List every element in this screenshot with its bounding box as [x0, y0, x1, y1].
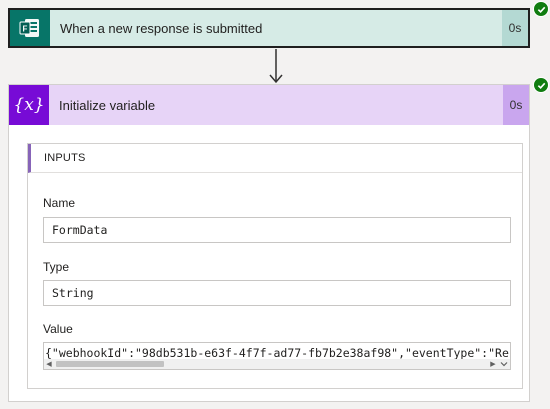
connector-arrow-icon: [269, 49, 283, 84]
success-check-icon: [533, 1, 549, 17]
value-label: Value: [43, 322, 73, 336]
inputs-panel: INPUTS Name FormData Type String Value {…: [27, 143, 523, 389]
scrollbar-thumb[interactable]: [56, 361, 164, 367]
chevron-down-icon[interactable]: [498, 359, 510, 369]
initialize-variable-header[interactable]: {x} Initialize variable 0s: [9, 85, 529, 125]
svg-text:F: F: [23, 25, 28, 34]
variable-icon: {x}: [9, 85, 49, 125]
scroll-right-icon[interactable]: ▶: [488, 359, 498, 369]
trigger-duration: 0s: [502, 10, 528, 46]
success-check-icon: [533, 77, 549, 93]
horizontal-scrollbar[interactable]: ◀ ▶: [44, 359, 510, 369]
inputs-header[interactable]: INPUTS: [28, 144, 522, 173]
action-duration: 0s: [503, 85, 529, 125]
scroll-left-icon[interactable]: ◀: [44, 359, 54, 369]
trigger-title: When a new response is submitted: [50, 10, 502, 46]
type-field[interactable]: String: [43, 280, 511, 306]
trigger-step[interactable]: F When a new response is submitted 0s: [8, 8, 530, 48]
value-field[interactable]: {"webhookId":"98db531b-e63f-4f7f-ad77-fb…: [43, 342, 511, 370]
name-field[interactable]: FormData: [43, 217, 511, 243]
type-label: Type: [43, 260, 70, 274]
name-label: Name: [43, 196, 76, 210]
forms-icon: F: [10, 10, 50, 46]
action-title: Initialize variable: [49, 85, 503, 125]
initialize-variable-card: {x} Initialize variable 0s INPUTS Name F…: [8, 84, 530, 402]
value-text: {"webhookId":"98db531b-e63f-4f7f-ad77-fb…: [45, 346, 509, 360]
